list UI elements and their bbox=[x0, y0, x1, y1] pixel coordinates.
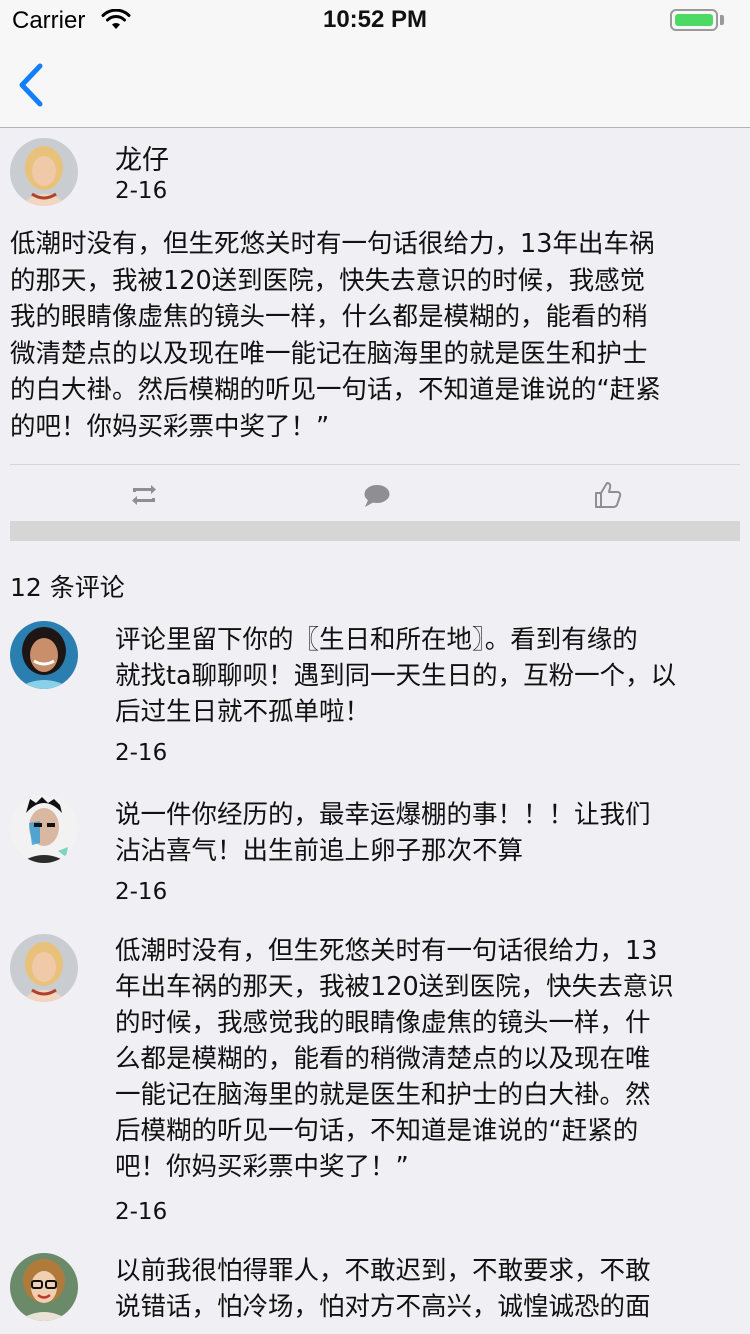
divider bbox=[10, 464, 740, 465]
comment-count: 12 条评论 bbox=[10, 573, 125, 602]
comment-text: 低潮时没有，但生死悠关时有一句话很给力，13 年出车祸的那天，我被120送到医院… bbox=[115, 933, 740, 1185]
comment-line: 吧！你妈买彩票中奖了！” bbox=[115, 1152, 409, 1182]
like-icon[interactable] bbox=[590, 480, 626, 510]
clock: 10:52 PM bbox=[322, 6, 428, 33]
post-content-line: 我的眼睛像虚焦的镜头一样，什么都是模糊的，能看的稍 bbox=[10, 302, 648, 332]
comment-line: 一能记在脑海里的就是医生和护士的白大褂。然 bbox=[115, 1080, 651, 1110]
comment-item: 评论里留下你的〖生日和所在地〗。看到有缘的 就找ta聊聊呗！遇到同一天生日的，互… bbox=[0, 620, 750, 780]
battery-cap bbox=[720, 15, 724, 25]
comment-item: 说一件你经历的，最幸运爆棚的事！！！让我们 沾沾喜气！出生前追上卵子那次不算 2… bbox=[0, 795, 750, 915]
comment-line: 年出车祸的那天，我被120送到医院，快失去意识 bbox=[115, 972, 674, 1002]
post-content-line: 的白大褂。然后模糊的听见一句话，不知道是谁说的“赶紧 bbox=[10, 375, 661, 405]
status-bar: Carrier 10:52 PM bbox=[0, 0, 750, 40]
commenter-avatar[interactable] bbox=[10, 795, 78, 863]
chevron-left-icon[interactable] bbox=[12, 60, 60, 110]
commenter-avatar[interactable] bbox=[10, 1253, 78, 1321]
comment-date: 2-16 bbox=[115, 879, 168, 905]
comment-line: 后过生日就不孤单啦！ bbox=[115, 697, 371, 727]
comment-date: 2-16 bbox=[115, 740, 168, 766]
author-avatar[interactable] bbox=[10, 138, 78, 206]
comment-text: 说一件你经历的，最幸运爆棚的事！！！让我们 沾沾喜气！出生前追上卵子那次不算 bbox=[115, 797, 740, 869]
navigation-bar bbox=[0, 40, 750, 128]
author-name[interactable]: 龙仔 bbox=[115, 138, 169, 177]
post-content-line: 的那天，我被120送到医院，快失去意识的时候，我感觉 bbox=[10, 265, 646, 296]
comment-text: 以前我很怕得罪人，不敢迟到，不敢要求，不敢 说错话，怕冷场，怕对方不高兴，诚惶诚… bbox=[115, 1253, 740, 1325]
comment-line: 后模糊的听见一句话，不知道是谁说的“赶紧的 bbox=[115, 1116, 639, 1146]
comment-line: 说一件你经历的，最幸运爆棚的事！！！让我们 bbox=[115, 800, 651, 830]
post-date: 2-16 bbox=[115, 178, 168, 204]
comment-date: 2-16 bbox=[115, 1199, 168, 1225]
commenter-avatar[interactable] bbox=[10, 934, 78, 1002]
battery-fill bbox=[675, 14, 713, 26]
comment-icon[interactable] bbox=[359, 480, 395, 510]
section-separator bbox=[10, 521, 740, 541]
post-content-line: 微清楚点的以及现在唯一能记在脑海里的就是医生和护士 bbox=[10, 338, 648, 369]
comment-line: 的时候，我感觉我的眼睛像虚焦的镜头一样，什 bbox=[115, 1008, 651, 1038]
comment-line: 沾沾喜气！出生前追上卵子那次不算 bbox=[115, 836, 524, 866]
commenter-avatar[interactable] bbox=[10, 621, 78, 689]
post-content-line: 的吧！你妈买彩票中奖了！” bbox=[10, 411, 330, 442]
battery-icon bbox=[670, 9, 718, 31]
comment-line: 就找ta聊聊呗！遇到同一天生日的，互粉一个，以 bbox=[115, 661, 677, 691]
comment-item: 以前我很怕得罪人，不敢迟到，不敢要求，不敢 说错话，怕冷场，怕对方不高兴，诚惶诚… bbox=[0, 1253, 750, 1334]
comment-line: 低潮时没有，但生死悠关时有一句话很给力，13 bbox=[115, 936, 658, 966]
retweet-icon[interactable] bbox=[126, 480, 162, 510]
comment-item: 低潮时没有，但生死悠关时有一句话很给力，13 年出车祸的那天，我被120送到医院… bbox=[0, 933, 750, 1233]
post-content: 低潮时没有，但生死悠关时有一句话很给力，13年出车祸 的那天，我被120送到医院… bbox=[10, 226, 740, 445]
comment-line: 么都是模糊的，能看的稍微清楚点的以及现在唯 bbox=[115, 1044, 651, 1074]
post-content-line: 低潮时没有，但生死悠关时有一句话很给力，13年出车祸 bbox=[10, 229, 655, 259]
comment-line: 以前我很怕得罪人，不敢迟到，不敢要求，不敢 bbox=[115, 1256, 651, 1286]
comment-line: 说错话，怕冷场，怕对方不高兴，诚惶诚恐的面 bbox=[115, 1292, 651, 1322]
comment-line: 评论里留下你的〖生日和所在地〗。看到有缘的 bbox=[115, 625, 638, 655]
comment-text: 评论里留下你的〖生日和所在地〗。看到有缘的 就找ta聊聊呗！遇到同一天生日的，互… bbox=[115, 622, 740, 730]
